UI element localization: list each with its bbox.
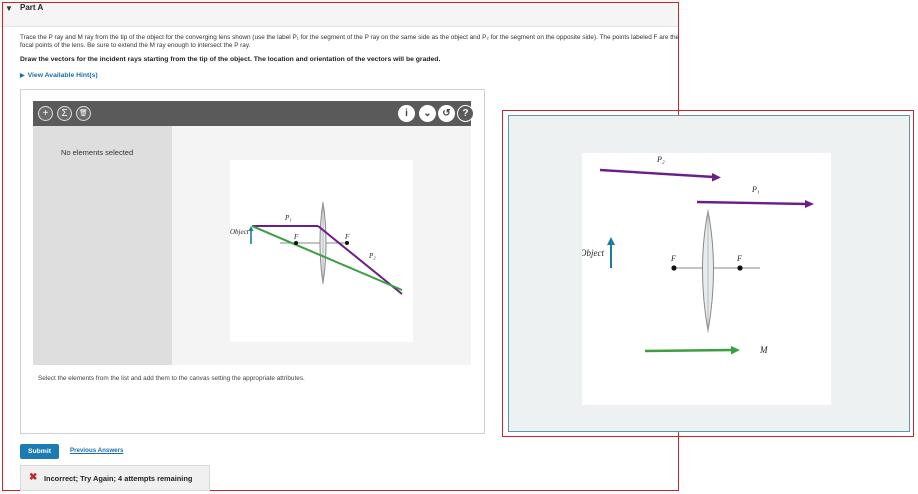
- answer-label-m: M: [759, 345, 768, 355]
- answer-vector-p2-head: [712, 173, 721, 182]
- answer-figure: Object F F P₂ P₁ M: [580, 153, 831, 405]
- sigma-icon[interactable]: Σ: [57, 106, 72, 121]
- reset-icon[interactable]: ↺: [438, 105, 455, 122]
- info-icon[interactable]: i: [398, 105, 415, 122]
- previous-answers-link[interactable]: Previous Answers: [70, 447, 123, 454]
- answer-figure-svg: Object F F P₂ P₁ M: [580, 155, 814, 355]
- answer-label-p1: P₁: [751, 185, 760, 194]
- answer-label-f-left: F: [670, 254, 676, 263]
- view-hints-link[interactable]: ▶ View Available Hint(s): [20, 72, 98, 79]
- triangle-right-icon: ▶: [20, 73, 25, 79]
- label-f-right: F: [344, 233, 350, 241]
- answer-vector-m-head: [731, 346, 740, 355]
- no-elements-text: No elements selected: [61, 148, 134, 157]
- answer-label-f-right: F: [736, 254, 742, 263]
- answer-focal-point-left: [671, 265, 677, 271]
- submit-button[interactable]: Submit: [20, 444, 59, 459]
- lens-figure: Object F F P₁ P₂ M: [230, 160, 430, 342]
- elements-list-panel[interactable]: No elements selected: [33, 126, 172, 365]
- focal-point-left: [294, 241, 298, 245]
- trash-icon[interactable]: 🗑: [76, 106, 91, 121]
- ray-m: [251, 225, 403, 291]
- feedback-banner: ✖ Incorrect; Try Again; 4 attempts remai…: [20, 465, 210, 491]
- drawing-canvas[interactable]: Object F F P₁ P₂ M: [172, 126, 471, 365]
- answer-vector-p1-head: [805, 200, 814, 208]
- help-icon[interactable]: ?: [457, 105, 474, 122]
- answer-label-p2: P₂: [656, 155, 665, 164]
- add-icon[interactable]: +: [38, 106, 53, 121]
- label-f-left: F: [293, 233, 299, 241]
- instructions-text: Trace the P ray and M ray from the tip o…: [20, 34, 680, 49]
- answer-label-object: Object: [582, 248, 604, 258]
- chevron-down-icon[interactable]: ⌄: [419, 105, 436, 122]
- drawing-tool-panel: + Σ 🗑 i ⌄ ↺ ? No elements selected Objec…: [20, 89, 485, 434]
- answer-vector-p1: [696, 200, 808, 206]
- lens-figure-svg: Object F F P₁ P₂ M: [230, 201, 430, 300]
- focal-point-right: [345, 241, 349, 245]
- answer-vector-m: [644, 348, 734, 353]
- incorrect-icon: ✖: [29, 472, 38, 483]
- label-p1: P₁: [284, 214, 292, 222]
- label-object: Object: [230, 228, 250, 236]
- hints-label: View Available Hint(s): [27, 72, 98, 79]
- toolbar: + Σ 🗑 i ⌄ ↺ ?: [33, 101, 474, 126]
- answer-vector-p2: [599, 168, 715, 179]
- answer-focal-point-right: [737, 265, 743, 271]
- answer-object-arrowhead: [607, 237, 615, 245]
- label-p2: P₂: [368, 252, 376, 260]
- instructions-emphasis: Draw the vectors for the incident rays s…: [20, 56, 441, 63]
- canvas-instruction-text: Select the elements from the list and ad…: [38, 375, 305, 382]
- feedback-text: Incorrect; Try Again; 4 attempts remaini…: [44, 474, 193, 483]
